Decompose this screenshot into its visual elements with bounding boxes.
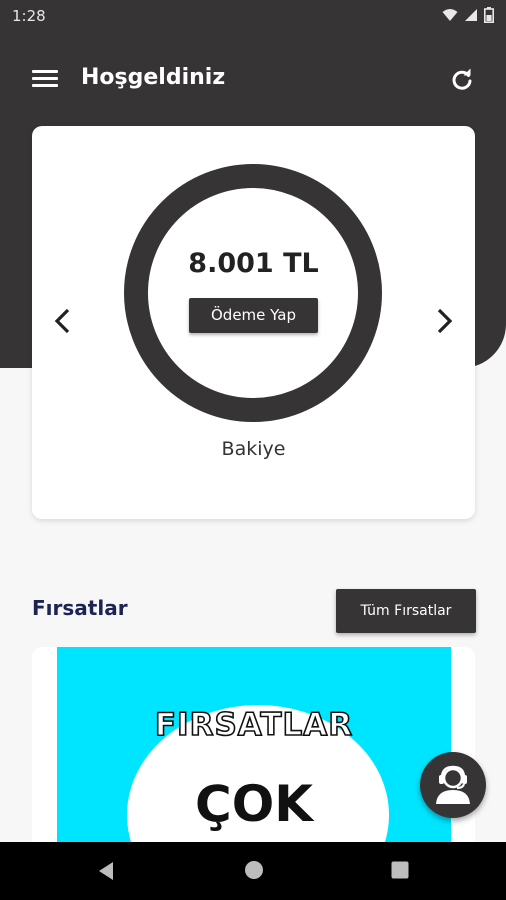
recents-icon[interactable] <box>390 860 410 880</box>
deal-banner-image: FIRSATLAR ÇOK <box>57 647 451 847</box>
page-title: Hoşgeldiniz <box>81 65 226 90</box>
balance-ring <box>124 164 382 422</box>
deals-section-title: Fırsatlar <box>32 596 128 620</box>
support-agent-button[interactable] <box>420 752 486 818</box>
pay-button[interactable]: Ödeme Yap <box>189 298 318 333</box>
back-icon[interactable] <box>96 860 116 882</box>
deal-banner-big-text: ÇOK <box>195 775 313 833</box>
battery-icon <box>484 7 494 23</box>
android-nav-bar <box>0 842 506 900</box>
deal-card[interactable]: FIRSATLAR ÇOK <box>32 647 475 847</box>
menu-icon[interactable] <box>30 66 60 94</box>
all-deals-button[interactable]: Tüm Fırsatlar <box>336 589 476 633</box>
refresh-icon[interactable] <box>448 66 476 94</box>
status-bar: 1:28 <box>0 0 506 32</box>
balance-label: Bakiye <box>221 438 286 460</box>
wifi-icon <box>442 9 458 21</box>
app-bar: Hoşgeldiniz <box>0 56 506 104</box>
support-agent-icon <box>436 765 470 804</box>
signal-icon <box>465 9 477 21</box>
status-icons <box>442 7 494 23</box>
chevron-right-icon[interactable] <box>431 306 457 336</box>
home-icon[interactable] <box>244 860 264 880</box>
status-time: 1:28 <box>12 7 46 25</box>
chevron-left-icon[interactable] <box>50 306 76 336</box>
balance-card: 8.001 TL Ödeme Yap Bakiye <box>32 126 475 519</box>
balance-amount: 8.001 TL <box>188 248 319 279</box>
deal-banner-headline: FIRSATLAR <box>154 706 354 744</box>
